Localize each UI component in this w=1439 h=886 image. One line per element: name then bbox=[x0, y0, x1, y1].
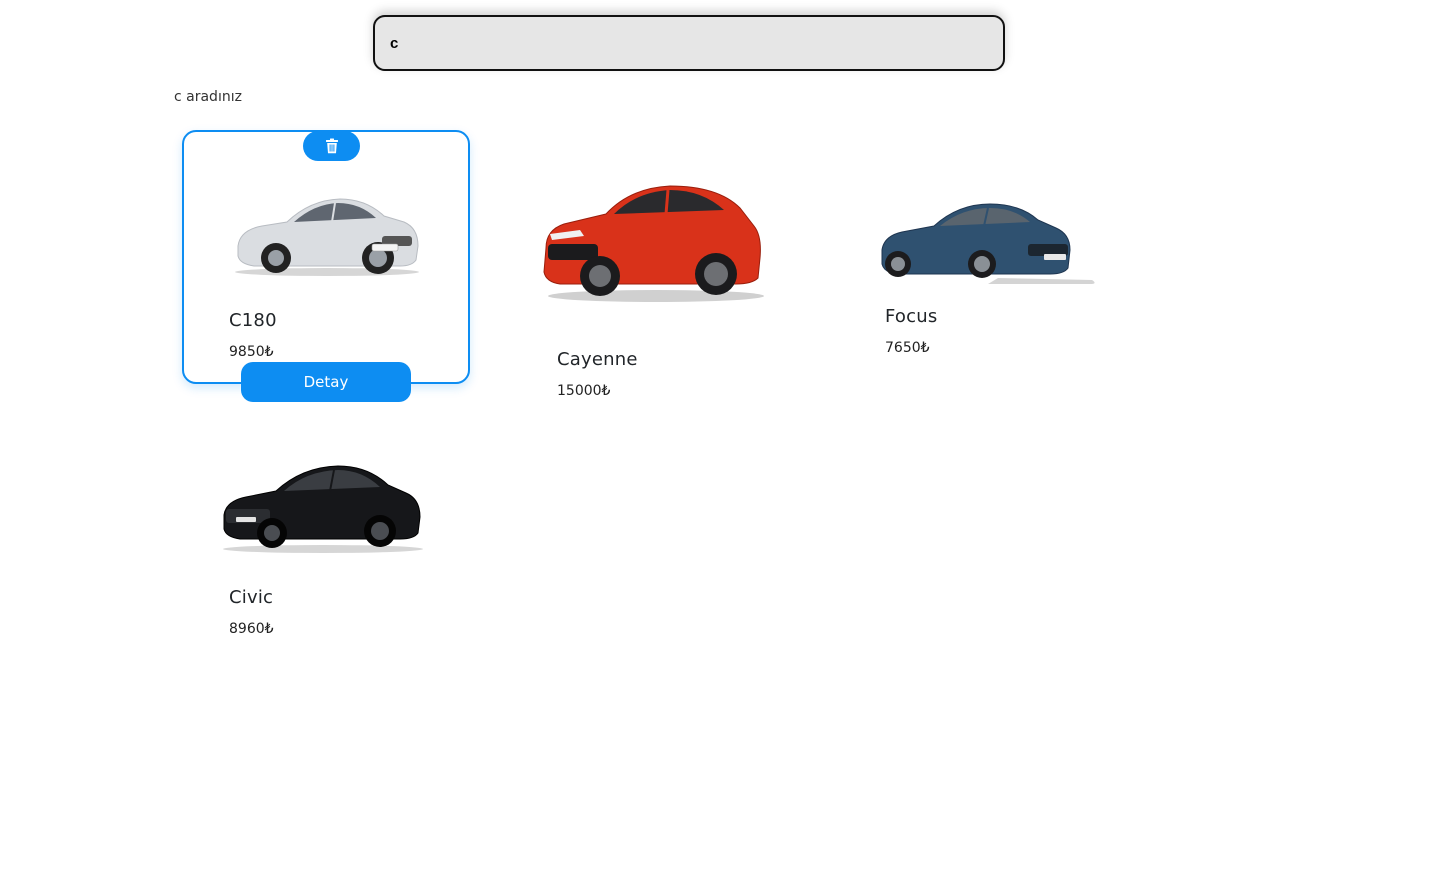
car-price: 15000₺ bbox=[557, 383, 611, 399]
car-image-c180 bbox=[235, 198, 419, 276]
car-price: 9850₺ bbox=[229, 344, 274, 360]
search-input[interactable] bbox=[373, 15, 1005, 71]
car-price: 7650₺ bbox=[885, 340, 930, 356]
car-name: Cayenne bbox=[557, 349, 638, 370]
delete-button[interactable] bbox=[303, 131, 360, 161]
car-price: 8960₺ bbox=[229, 621, 274, 637]
car-image-cayenne bbox=[543, 185, 764, 302]
car-name: Focus bbox=[885, 306, 938, 327]
car-image-focus bbox=[881, 203, 1095, 284]
search-result-text: c aradınız bbox=[174, 89, 242, 105]
car-image-civic bbox=[223, 465, 423, 553]
car-name: C180 bbox=[229, 310, 277, 331]
trash-icon bbox=[325, 138, 338, 154]
car-name: Civic bbox=[229, 587, 274, 608]
detail-button[interactable]: Detay bbox=[241, 362, 411, 402]
